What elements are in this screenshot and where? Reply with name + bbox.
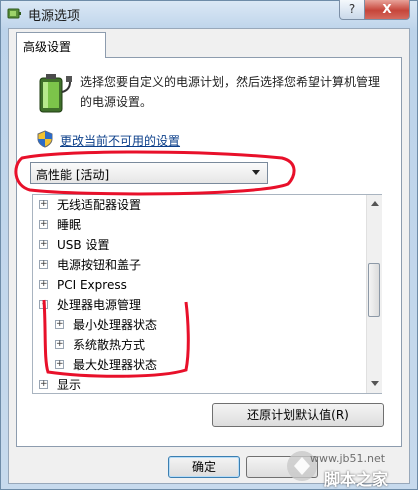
power-plan-select[interactable]: 高性能 [活动] (30, 162, 268, 184)
watermark-site: www.jb51.net (310, 452, 386, 465)
tree-item-label: 系统散热方式 (73, 338, 146, 352)
tree-item[interactable]: + USB 设置 (39, 235, 109, 255)
tree-item-label: USB 设置 (57, 238, 110, 252)
help-button[interactable]: ? (339, 0, 365, 20)
tree-item[interactable]: + 最大处理器状态 (55, 355, 157, 375)
description-text: 选择您要自定义的电源计划，然后选择您希望计算机管理的电源设置。 (80, 75, 381, 109)
tree-item-label: 无线适配器设置 (57, 198, 142, 212)
chevron-down-icon[interactable] (252, 170, 260, 175)
tree-item-label: 最小处理器状态 (73, 318, 158, 332)
tree-item[interactable]: + 电源按钮和盖子 (39, 255, 141, 275)
change-unavailable-settings-link[interactable]: 更改当前不可用的设置 (60, 132, 180, 149)
tree-item-label: 睡眠 (57, 218, 82, 232)
expand-icon[interactable]: + (39, 220, 48, 229)
settings-tree[interactable]: + 无线适配器设置 + 睡眠 + USB 设置 + 电源按钮和盖子 + PCI Express - 处… (32, 194, 382, 394)
restore-defaults-button[interactable]: 还原计划默认值(R) (212, 403, 384, 427)
tree-item-label: 电源按钮和盖子 (57, 258, 142, 272)
window-title: 电源选项 (28, 9, 81, 24)
expand-icon[interactable]: + (39, 240, 48, 249)
watermark-brand: 脚本之家 (324, 470, 389, 489)
expand-icon[interactable]: + (39, 260, 48, 269)
collapse-icon[interactable]: - (39, 300, 48, 309)
expand-icon[interactable]: + (55, 320, 64, 329)
scroll-up-icon[interactable] (371, 201, 379, 206)
ok-button[interactable]: 确定 (168, 456, 240, 478)
tab-advanced-settings[interactable]: 高级设置 (16, 32, 106, 58)
power-options-icon (7, 8, 21, 19)
tree-item[interactable]: - 处理器电源管理 (39, 295, 141, 315)
uac-shield-icon (37, 130, 53, 148)
tree-scrollbar[interactable] (366, 195, 382, 393)
battery-plug-icon (39, 74, 72, 113)
tree-item-label: 最大处理器状态 (73, 358, 158, 372)
tree-item-label: 处理器电源管理 (57, 298, 142, 312)
expand-icon[interactable]: + (39, 380, 48, 389)
expand-icon[interactable]: + (39, 200, 48, 209)
tree-item[interactable]: + 系统散热方式 (55, 335, 145, 355)
scroll-down-icon[interactable] (371, 381, 379, 386)
close-button[interactable]: X (364, 0, 410, 20)
expand-icon[interactable]: + (39, 280, 48, 289)
tree-item-label: PCI Express (57, 278, 127, 292)
expand-icon[interactable]: + (55, 340, 64, 349)
tree-item[interactable]: + 睡眠 (39, 215, 81, 235)
tree-item[interactable]: + 无线适配器设置 (39, 195, 141, 215)
tree-item[interactable]: + 显示 (39, 375, 82, 393)
tree-item[interactable]: + PCI Express (39, 275, 127, 295)
expand-icon[interactable]: + (55, 360, 64, 369)
scrollbar-thumb[interactable] (368, 263, 380, 317)
tree-item-label: 显示 (57, 378, 82, 392)
tree-item[interactable]: + 最小处理器状态 (55, 315, 157, 335)
